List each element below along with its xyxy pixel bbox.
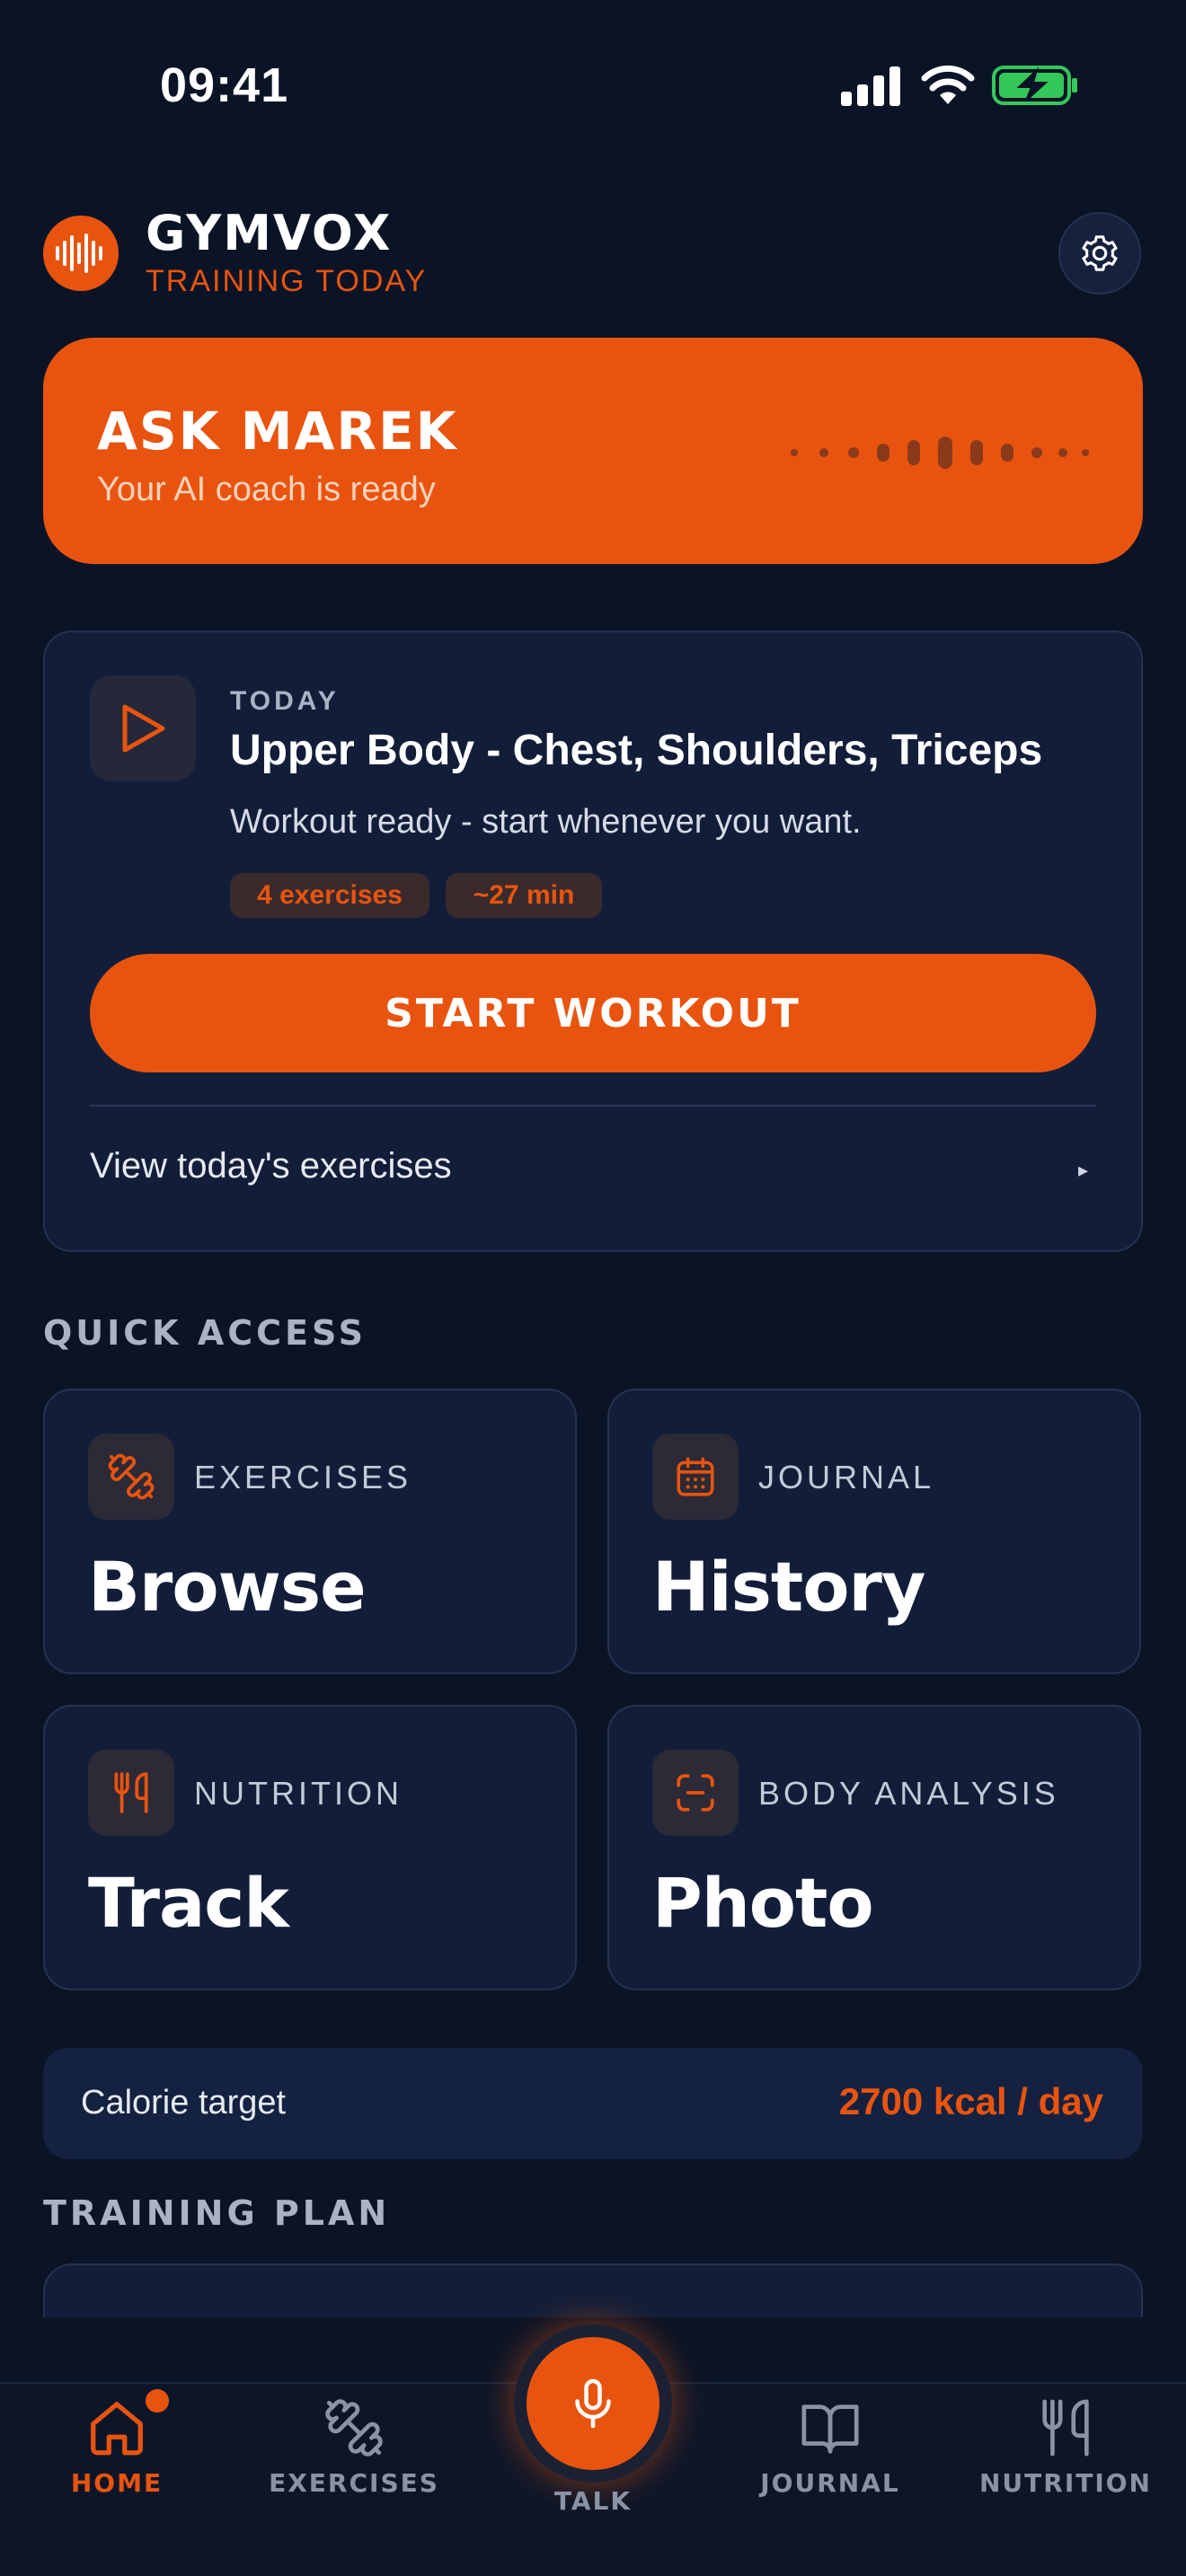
settings-button[interactable] <box>1058 212 1141 295</box>
calorie-target-value: 2700 kcal / day <box>838 2080 1103 2122</box>
microphone-icon <box>575 2378 611 2429</box>
exercise-count-chip: 4 exercises <box>230 873 429 918</box>
nav-home-label: HOME <box>70 2468 164 2498</box>
tile-icon-box <box>88 1750 174 1836</box>
tile-body-analysis[interactable] <box>607 1705 1141 1990</box>
tile-caption: NUTRITION <box>194 1775 403 1812</box>
notification-dot <box>146 2389 169 2413</box>
play-icon <box>122 704 165 753</box>
nav-talk-label: TALK <box>553 2486 633 2516</box>
tile-caption: BODY ANALYSIS <box>758 1775 1059 1812</box>
tile-icon-box <box>652 1750 739 1836</box>
tile-journal[interactable] <box>607 1389 1141 1674</box>
training-plan-heading: TRAINING PLAN <box>43 2193 391 2233</box>
ask-coach-title: ASK MAREK <box>97 401 458 462</box>
ask-coach-subtitle: Your AI coach is ready <box>97 471 436 508</box>
tile-icon-box <box>88 1434 174 1520</box>
status-time: 09:41 <box>160 58 289 112</box>
tile-nutrition[interactable] <box>43 1705 577 1990</box>
scan-icon <box>677 1774 714 1812</box>
utensils-icon <box>114 1772 148 1813</box>
nav-exercises[interactable]: EXERCISES <box>255 2396 453 2504</box>
nav-nutrition[interactable]: NUTRITION <box>967 2396 1164 2504</box>
today-label: TODAY <box>230 686 340 716</box>
nav-nutrition-label: NUTRITION <box>978 2468 1152 2498</box>
battery-charging-icon <box>992 66 1077 105</box>
tile-title: Track <box>88 1863 289 1943</box>
tile-title: Photo <box>652 1863 874 1943</box>
wifi-icon <box>921 65 975 104</box>
workout-title: Upper Body - Chest, Shoulders, Triceps <box>230 727 1043 774</box>
app-logo <box>43 216 119 291</box>
tile-caption: EXERCISES <box>194 1459 412 1495</box>
calorie-target-label: Calorie target <box>81 2084 287 2122</box>
calendar-icon <box>677 1457 714 1496</box>
tile-title: History <box>652 1547 925 1627</box>
workout-description: Workout ready - start whenever you want. <box>230 803 862 841</box>
tile-title: Browse <box>88 1547 367 1627</box>
view-exercises-link[interactable]: View today's exercises <box>90 1146 452 1187</box>
dumbbell-icon <box>108 1453 155 1500</box>
chevron-right-icon: ▸ <box>1078 1159 1089 1181</box>
utensils-icon <box>1042 2399 1089 2457</box>
tile-icon-box <box>652 1434 739 1520</box>
training-plan-card[interactable] <box>43 2263 1143 2317</box>
tile-caption: JOURNAL <box>758 1459 935 1495</box>
nav-exercises-label: EXERCISES <box>269 2468 439 2498</box>
nav-home[interactable]: HOME <box>18 2396 216 2504</box>
home-icon <box>91 2402 143 2456</box>
signal-icon <box>841 66 900 106</box>
talk-button[interactable] <box>527 2337 659 2470</box>
nav-journal-label: JOURNAL <box>760 2468 900 2498</box>
quick-access-heading: QUICK ACCESS <box>43 1313 367 1353</box>
voice-waveform-icon <box>791 437 1089 469</box>
app-name: GYMVOX <box>146 205 393 261</box>
play-workout-button[interactable] <box>90 675 196 781</box>
nav-journal[interactable]: JOURNAL <box>731 2396 929 2504</box>
soundwave-logo-icon <box>56 234 102 273</box>
dumbbell-icon <box>325 2399 383 2457</box>
start-workout-button[interactable]: START WORKOUT <box>90 954 1096 1072</box>
card-divider <box>90 1105 1096 1107</box>
duration-chip: ~27 min <box>446 873 602 918</box>
header-subtitle: TRAINING TODAY <box>146 264 428 298</box>
gear-icon <box>1082 235 1118 271</box>
tile-exercises[interactable] <box>43 1389 577 1674</box>
book-icon <box>801 2404 859 2454</box>
